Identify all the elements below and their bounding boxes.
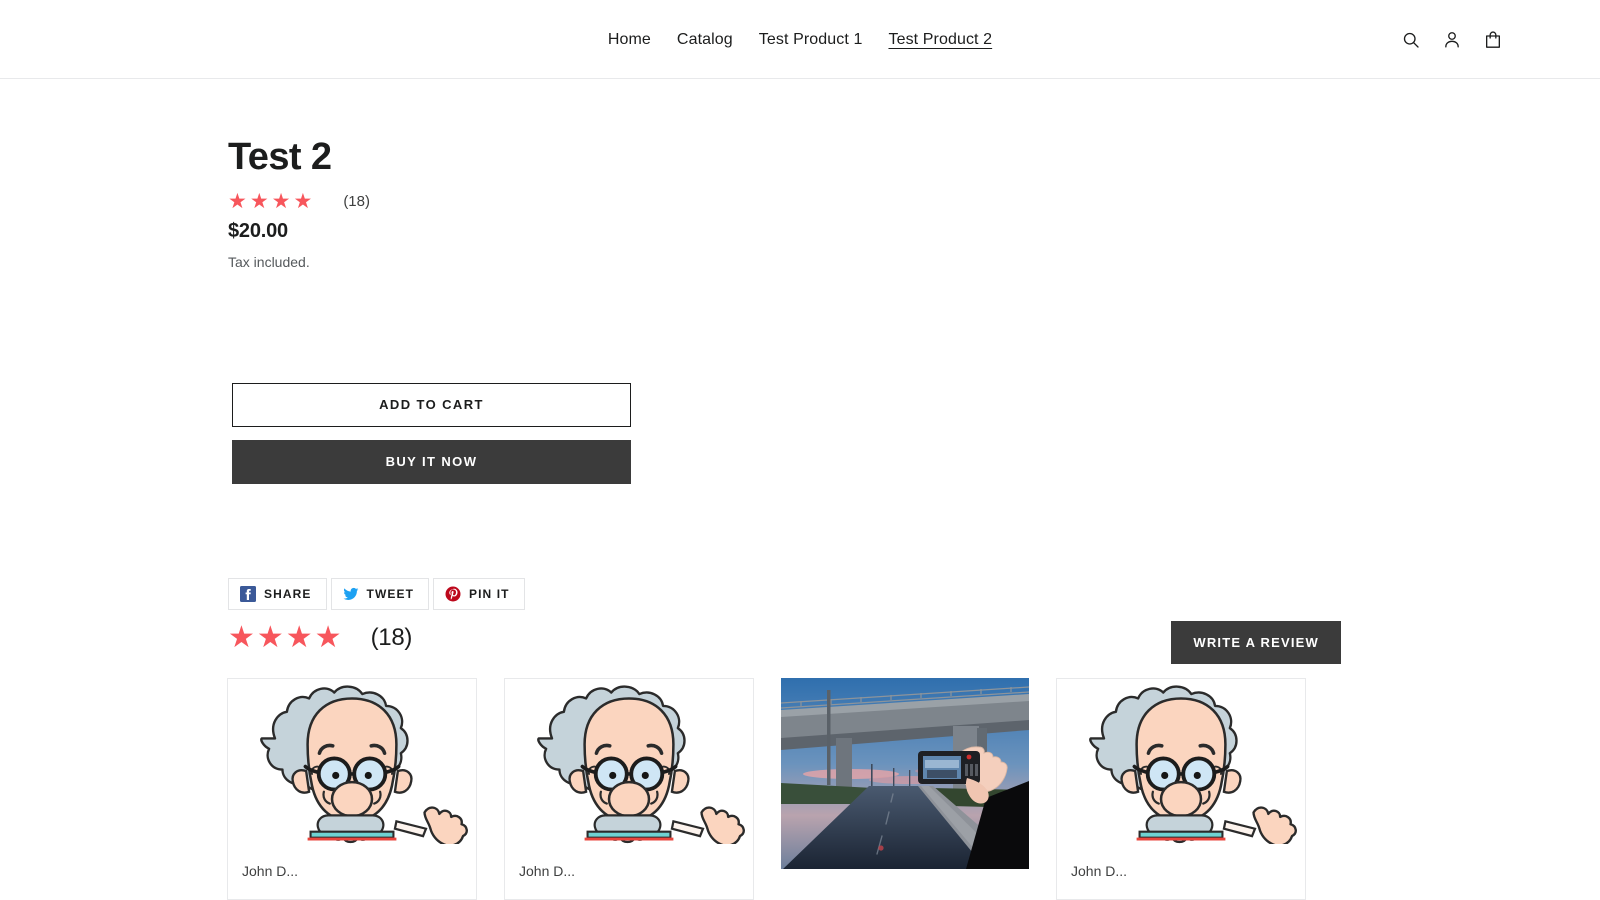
header-icon-group <box>1400 0 1504 79</box>
pinterest-icon <box>445 586 461 602</box>
nav-link-test-product-1[interactable]: Test Product 1 <box>746 29 876 51</box>
account-icon[interactable] <box>1441 27 1463 53</box>
share-pinterest-label: PIN IT <box>469 587 510 601</box>
review-card[interactable]: John D... <box>227 678 477 900</box>
review-author: John D... <box>242 863 299 879</box>
nav-link-catalog[interactable]: Catalog <box>664 29 746 51</box>
cart-icon[interactable] <box>1482 27 1504 53</box>
purchase-buttons: ADD TO CART BUY IT NOW <box>232 383 631 484</box>
review-card[interactable]: John D... <box>504 678 754 900</box>
product-info-block: Test 2 ★★★★ (18) $20.00 Tax included. <box>228 134 1378 270</box>
reviews-count: (18) <box>370 624 413 651</box>
share-facebook-label: SHARE <box>264 587 312 601</box>
review-card[interactable]: John D... <box>1056 678 1306 900</box>
share-facebook-button[interactable]: SHARE <box>228 578 327 610</box>
review-author <box>781 869 1029 887</box>
nav-link-test-product-2[interactable]: Test Product 2 <box>875 29 1005 51</box>
add-to-cart-button[interactable]: ADD TO CART <box>232 383 631 427</box>
share-twitter-button[interactable]: TWEET <box>330 578 430 610</box>
rating-count: (18) <box>343 192 370 210</box>
reviews-summary: ★★★★ (18) <box>228 622 412 654</box>
twitter-icon <box>343 586 359 602</box>
share-pinterest-button[interactable]: PIN IT <box>433 578 525 610</box>
product-title: Test 2 <box>228 136 332 178</box>
write-a-review-button[interactable]: WRITE A REVIEW <box>1171 621 1341 664</box>
search-icon[interactable] <box>1400 27 1422 53</box>
review-author: John D... <box>1071 863 1128 879</box>
product-rating[interactable]: ★★★★ (18) <box>228 190 1378 212</box>
facebook-icon <box>240 586 256 602</box>
review-card[interactable] <box>781 678 1029 900</box>
product-price: $20.00 <box>228 220 288 242</box>
buy-it-now-button[interactable]: BUY IT NOW <box>232 440 631 484</box>
nav-link-home[interactable]: Home <box>595 29 664 51</box>
cartoon-scientist-image <box>228 679 476 844</box>
cartoon-scientist-image <box>505 679 753 844</box>
review-author: John D... <box>519 863 576 879</box>
share-twitter-label: TWEET <box>366 587 415 601</box>
social-share-group: SHARE TWEET PIN IT <box>228 578 525 610</box>
review-card-grid: John D... John D... John D... <box>227 678 1312 900</box>
reviews-header: ★★★★ (18) WRITE A REVIEW <box>228 620 1341 668</box>
tax-note: Tax included. <box>228 254 310 270</box>
main-navigation: Home Catalog Test Product 1 Test Product… <box>0 0 1600 79</box>
overpass-road-photo-image <box>781 678 1029 869</box>
site-header: Home Catalog Test Product 1 Test Product… <box>0 0 1600 79</box>
cartoon-scientist-image <box>1057 679 1305 844</box>
rating-stars: ★★★★ <box>228 189 316 213</box>
reviews-stars: ★★★★ <box>228 621 344 654</box>
